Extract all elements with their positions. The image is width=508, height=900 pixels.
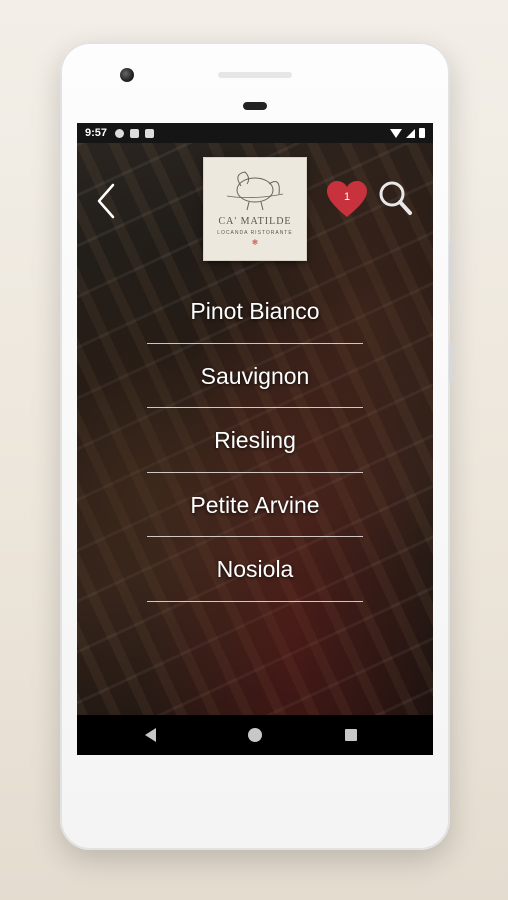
logo-subtitle: LOCANDA RISTORANTE <box>217 230 293 236</box>
logo-name: CA' MATILDE <box>218 216 292 227</box>
battery-icon <box>419 128 425 138</box>
settings-icon <box>115 128 125 138</box>
wine-item-nosiola[interactable]: Nosiola <box>147 537 363 602</box>
power-button <box>449 342 453 382</box>
earpiece-speaker <box>218 72 292 78</box>
wine-item-pinot-bianco[interactable]: Pinot Bianco <box>147 279 363 344</box>
home-circle-icon[interactable] <box>248 728 262 742</box>
sd-card-icon <box>145 128 155 138</box>
snowflake-icon: ❄ <box>251 238 259 247</box>
volume-button <box>449 242 453 302</box>
wine-list-screen: CA' MATILDE LOCANDA RISTORANTE ❄ 1 Pinot… <box>77 143 433 715</box>
status-bar: 9:57 <box>77 123 433 143</box>
favorites-count: 1 <box>343 191 351 203</box>
proximity-sensor <box>243 102 267 110</box>
favorites-button[interactable]: 1 <box>325 179 369 219</box>
wine-item-riesling[interactable]: Riesling <box>147 408 363 473</box>
back-triangle-icon[interactable] <box>145 728 156 742</box>
status-time: 9:57 <box>85 127 108 139</box>
front-camera <box>120 68 134 82</box>
phone-device: 9:57 CA' MATILDE LOCANDA RISTORANTE ❄ 1 … <box>60 42 453 850</box>
shield-icon <box>130 128 140 138</box>
rooster-illustration <box>226 171 284 211</box>
recents-square-icon[interactable] <box>345 729 357 741</box>
wifi-icon <box>390 128 402 138</box>
system-navigation-bar <box>77 715 433 755</box>
wine-list: Pinot Bianco Sauvignon Riesling Petite A… <box>147 279 363 602</box>
search-icon[interactable] <box>377 179 413 217</box>
signal-icon <box>406 128 415 138</box>
wine-item-petite-arvine[interactable]: Petite Arvine <box>147 473 363 537</box>
chevron-left-icon[interactable] <box>93 181 119 221</box>
restaurant-logo: CA' MATILDE LOCANDA RISTORANTE ❄ <box>203 157 307 261</box>
phone-screen: 9:57 CA' MATILDE LOCANDA RISTORANTE ❄ 1 … <box>77 123 433 755</box>
wine-item-sauvignon[interactable]: Sauvignon <box>147 344 363 408</box>
